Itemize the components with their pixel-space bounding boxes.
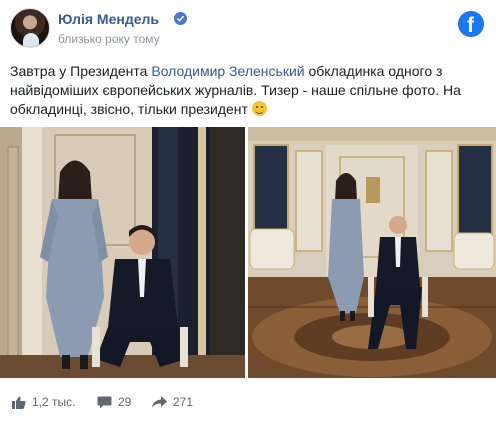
like-count[interactable]: 1,2 тыс. xyxy=(12,395,75,409)
post-header: Юлія Мендель близько року тому f xyxy=(10,8,486,52)
photo-grid xyxy=(0,127,496,378)
post-text-part: Завтра у Президента xyxy=(10,63,152,79)
photo-right[interactable] xyxy=(248,127,496,378)
post-timestamp[interactable]: близько року тому xyxy=(58,32,160,46)
photo-left[interactable] xyxy=(0,127,245,378)
share-count-label: 271 xyxy=(173,395,194,409)
author-avatar[interactable] xyxy=(10,8,50,48)
comment-count[interactable]: 29 xyxy=(97,395,131,409)
like-count-label: 1,2 тыс. xyxy=(32,395,76,409)
comment-count-label: 29 xyxy=(118,395,132,409)
post-text: Завтра у Президента Володимир Зеленський… xyxy=(10,62,486,119)
share-arrow-icon xyxy=(152,396,167,408)
smiling-face-emoji xyxy=(251,101,267,116)
share-count[interactable]: 271 xyxy=(152,395,193,409)
facebook-post: Юлія Мендель близько року тому f Завтра … xyxy=(0,0,496,431)
facebook-logo-icon[interactable]: f xyxy=(458,11,484,37)
comment-icon xyxy=(97,396,112,408)
author-name[interactable]: Юлія Мендель xyxy=(58,11,159,27)
thumbs-up-icon xyxy=(12,396,26,409)
reactions-bar: 1,2 тыс. 29 271 xyxy=(0,392,496,416)
verified-badge-icon xyxy=(174,12,187,25)
mention-link[interactable]: Володимир Зеленський xyxy=(151,63,304,79)
